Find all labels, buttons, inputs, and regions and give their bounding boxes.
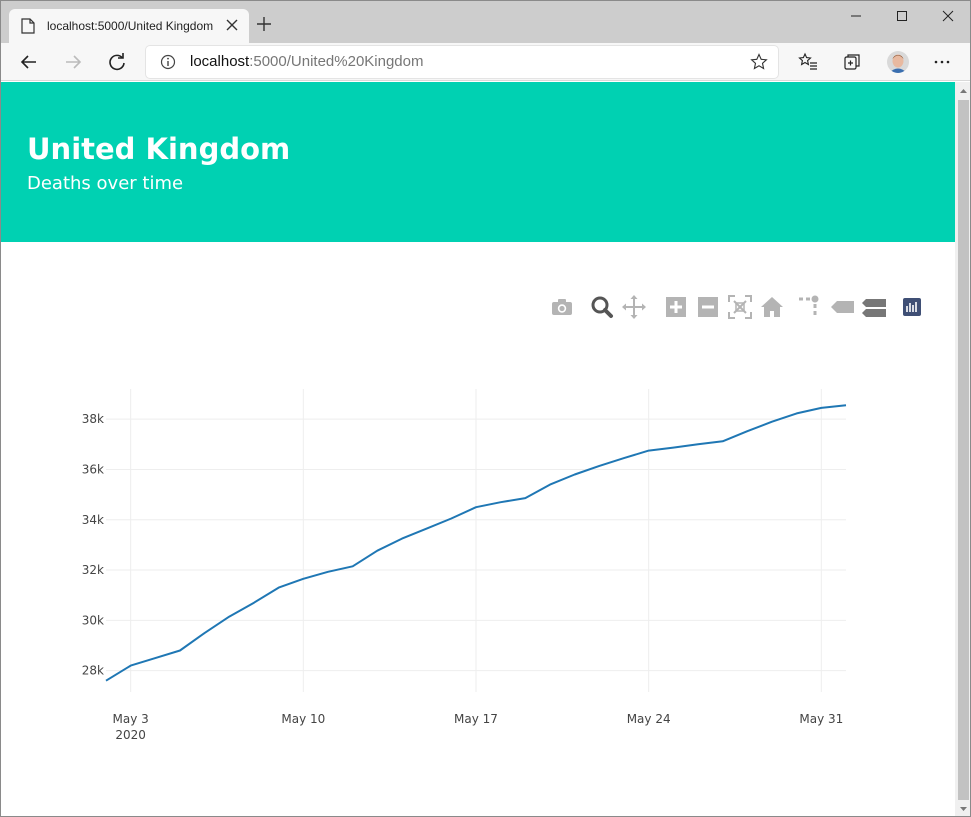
- more-options-icon[interactable]: [932, 52, 952, 72]
- page-title: United Kingdom: [27, 132, 291, 166]
- info-icon[interactable]: [160, 54, 176, 70]
- y-tick-label: 28k: [82, 664, 104, 678]
- close-tab-icon[interactable]: [225, 18, 239, 32]
- scroll-down-icon[interactable]: [958, 803, 969, 815]
- page-icon: [21, 18, 35, 34]
- deaths-line-chart[interactable]: 28k 30k 32k 34k 36k 38k May 3 2020 May 10 May 17…: [1, 372, 955, 752]
- data-point[interactable]: [450, 517, 452, 519]
- data-point[interactable]: [746, 430, 748, 432]
- data-point[interactable]: [672, 447, 674, 449]
- plotly-logo-icon[interactable]: [899, 294, 925, 320]
- x-tick-year-label: 2020: [115, 728, 146, 742]
- data-point[interactable]: [820, 407, 822, 409]
- hover-compare-icon[interactable]: [861, 294, 887, 320]
- data-point[interactable]: [105, 680, 107, 682]
- y-tick-label: 32k: [82, 563, 104, 577]
- zoom-icon[interactable]: [589, 294, 615, 320]
- pan-icon[interactable]: [621, 294, 647, 320]
- chart-svg[interactable]: 28k 30k 32k 34k 36k 38k May 3 2020 May 10 May 17…: [1, 372, 955, 752]
- data-point[interactable]: [697, 443, 699, 445]
- x-tick-label: May 24: [627, 712, 671, 726]
- url-text[interactable]: localhost:5000/United%20Kingdom: [190, 53, 424, 70]
- page-viewport: United Kingdom Deaths over time 28k 30k …: [1, 82, 955, 816]
- zoom-in-icon[interactable]: [663, 294, 689, 320]
- favorites-list-icon[interactable]: [798, 52, 818, 72]
- collections-icon[interactable]: [842, 52, 862, 72]
- data-point[interactable]: [722, 440, 724, 442]
- x-tick-label: May 10: [281, 712, 325, 726]
- refresh-icon[interactable]: [107, 52, 127, 72]
- data-point[interactable]: [648, 450, 650, 452]
- page-subtitle: Deaths over time: [27, 173, 184, 194]
- new-tab-icon[interactable]: [255, 15, 273, 33]
- data-point[interactable]: [475, 506, 477, 508]
- data-point[interactable]: [154, 657, 156, 659]
- data-point[interactable]: [845, 404, 847, 406]
- x-axis: May 3 2020 May 10 May 17 May 24 May 31: [113, 712, 844, 742]
- hover-closest-icon[interactable]: [829, 294, 855, 320]
- data-point[interactable]: [796, 412, 798, 414]
- data-point[interactable]: [130, 665, 132, 667]
- maximize-icon[interactable]: [893, 9, 911, 23]
- scrollbar-thumb[interactable]: [958, 100, 969, 800]
- profile-avatar[interactable]: [887, 51, 909, 73]
- browser-tab[interactable]: localhost:5000/United Kingdom: [9, 9, 249, 43]
- profile-avatar-image: [887, 51, 909, 73]
- data-point[interactable]: [426, 528, 428, 530]
- data-point[interactable]: [352, 565, 354, 567]
- data-point[interactable]: [771, 421, 773, 423]
- forward-icon[interactable]: [63, 52, 83, 72]
- spike-lines-icon[interactable]: [797, 294, 823, 320]
- reset-axes-icon[interactable]: [759, 294, 785, 320]
- y-tick-label: 36k: [82, 462, 104, 476]
- favorite-star-icon[interactable]: [750, 53, 768, 71]
- scroll-up-icon[interactable]: [958, 85, 969, 97]
- data-point[interactable]: [179, 650, 181, 652]
- url-host: localhost: [190, 53, 250, 70]
- data-point[interactable]: [327, 571, 329, 573]
- data-point[interactable]: [253, 602, 255, 604]
- data-point[interactable]: [623, 457, 625, 459]
- data-point[interactable]: [204, 632, 206, 634]
- tab-strip: localhost:5000/United Kingdom: [1, 1, 970, 43]
- y-tick-label: 30k: [82, 613, 104, 627]
- data-point[interactable]: [302, 578, 304, 580]
- camera-icon[interactable]: [549, 294, 575, 320]
- data-point[interactable]: [228, 616, 230, 618]
- data-point[interactable]: [524, 497, 526, 499]
- tab-title: localhost:5000/United Kingdom: [47, 19, 214, 33]
- data-point[interactable]: [598, 465, 600, 467]
- data-point[interactable]: [278, 587, 280, 589]
- vertical-scrollbar[interactable]: [955, 82, 970, 816]
- back-icon[interactable]: [19, 52, 39, 72]
- y-tick-label: 38k: [82, 412, 104, 426]
- chart-grid: [106, 389, 846, 692]
- y-tick-label: 34k: [82, 513, 104, 527]
- zoom-out-icon[interactable]: [695, 294, 721, 320]
- url-path: :5000/United%20Kingdom: [249, 53, 424, 70]
- data-point[interactable]: [549, 484, 551, 486]
- close-window-icon[interactable]: [939, 9, 957, 23]
- plot-modebar: [549, 294, 929, 320]
- autoscale-icon[interactable]: [727, 294, 753, 320]
- address-bar[interactable]: localhost:5000/United%20Kingdom: [146, 46, 778, 78]
- hero-banner: United Kingdom Deaths over time: [1, 82, 955, 242]
- minimize-icon[interactable]: [847, 9, 865, 23]
- x-tick-label: May 17: [454, 712, 498, 726]
- x-tick-label: May 31: [799, 712, 843, 726]
- navigation-bar: localhost:5000/United%20Kingdom: [1, 43, 970, 81]
- data-point[interactable]: [500, 501, 502, 503]
- browser-window: localhost:5000/United Kingdom localhost:…: [0, 0, 971, 817]
- y-axis: 28k 30k 32k 34k 36k 38k: [82, 412, 104, 677]
- data-point[interactable]: [376, 550, 378, 552]
- data-point[interactable]: [574, 473, 576, 475]
- data-point[interactable]: [401, 538, 403, 540]
- x-tick-label: May 3: [113, 712, 149, 726]
